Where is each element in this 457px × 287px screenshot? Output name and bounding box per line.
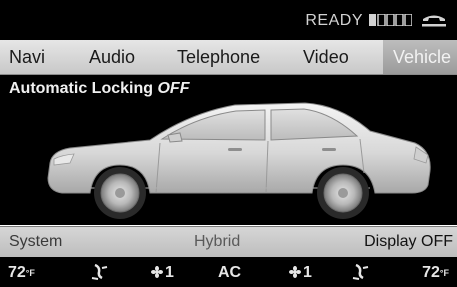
left-fan-value: 1 [165, 264, 174, 281]
ready-status: READY [305, 12, 363, 29]
menu-item-audio[interactable]: Audio [89, 47, 135, 68]
left-fan-icon [151, 266, 163, 278]
sub-menu-hybrid[interactable]: Hybrid [194, 233, 240, 251]
status-bar: READY [0, 0, 457, 40]
setting-label: Automatic Locking [9, 80, 154, 97]
main-menu: Navi Audio Telephone Video Vehicle [0, 40, 457, 75]
right-airflow-icon[interactable] [352, 264, 370, 280]
right-fan-speed[interactable]: 1 [289, 264, 312, 282]
car-side-view-image [47, 102, 431, 219]
right-temperature[interactable]: 72°F [422, 264, 449, 282]
left-temperature-unit: °F [25, 268, 35, 278]
menu-item-telephone[interactable]: Telephone [177, 47, 260, 68]
ac-button[interactable]: AC [218, 264, 241, 282]
menu-item-navi[interactable]: Navi [9, 47, 45, 68]
climate-bar: 72°F 1 AC 1 72°F [0, 257, 457, 287]
signal-strength-icon [369, 14, 412, 26]
left-temperature[interactable]: 72°F [8, 264, 35, 282]
phone-icon [422, 15, 446, 27]
vehicle-content-area: Automatic Locking OFF [0, 75, 457, 225]
right-fan-icon [289, 266, 301, 278]
menu-item-video[interactable]: Video [303, 47, 349, 68]
left-temperature-value: 72 [8, 264, 26, 281]
right-temperature-value: 72 [422, 264, 440, 281]
menu-item-vehicle[interactable]: Vehicle [383, 40, 457, 74]
automatic-locking-setting[interactable]: Automatic Locking OFF [9, 80, 189, 98]
sub-menu-system[interactable]: System [9, 233, 62, 251]
right-fan-value: 1 [303, 264, 312, 281]
sub-menu-display-off[interactable]: Display OFF [364, 233, 453, 251]
right-temperature-unit: °F [439, 268, 449, 278]
left-fan-speed[interactable]: 1 [151, 264, 174, 282]
sub-menu: System Hybrid Display OFF [0, 226, 457, 257]
left-airflow-icon[interactable] [91, 264, 109, 280]
comand-screen: READY Navi Audio Telephone Video Vehicle [0, 0, 457, 287]
setting-state: OFF [157, 80, 190, 97]
